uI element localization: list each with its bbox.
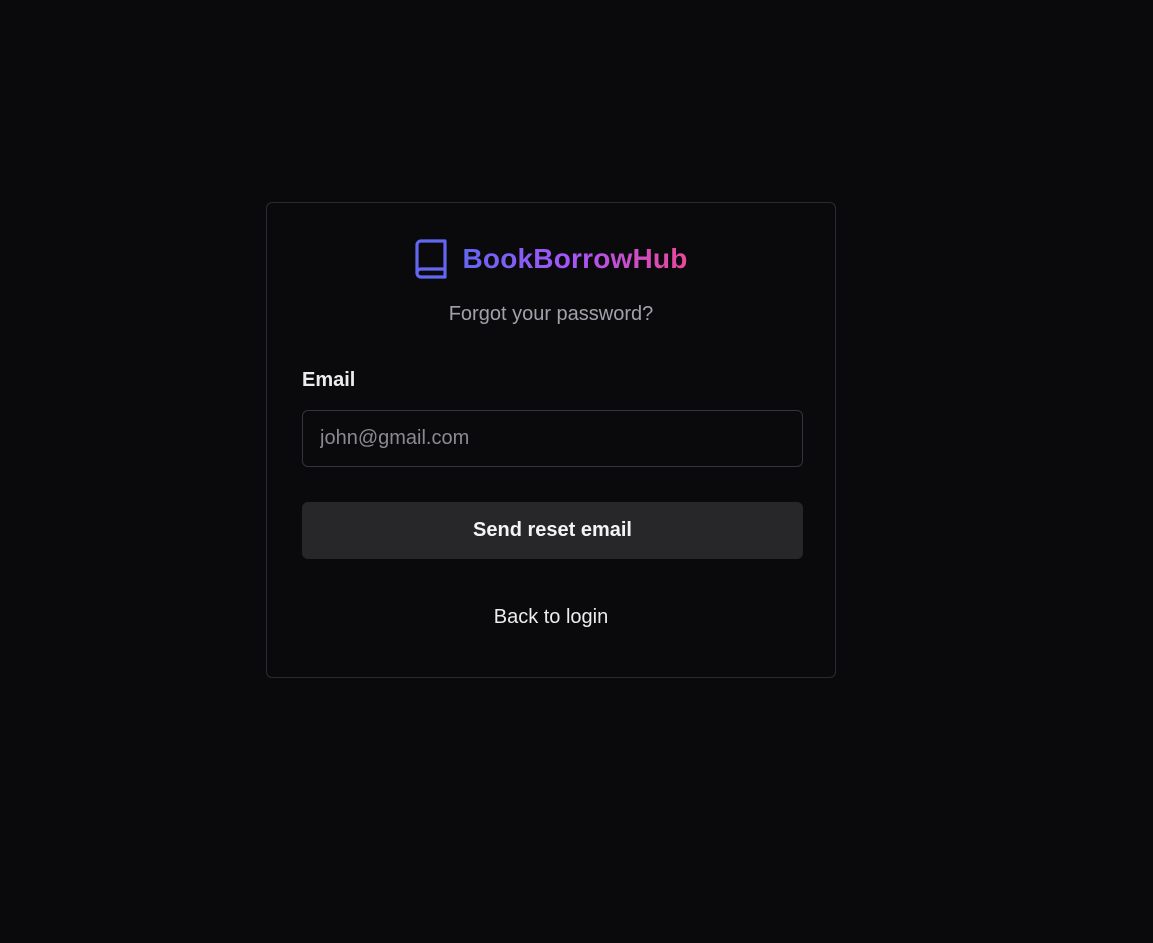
page-subtitle: Forgot your password? <box>448 303 654 325</box>
forgot-password-page: BookBorrowHub Forgot your password? Emai… <box>0 0 1153 943</box>
reset-password-card: BookBorrowHub Forgot your password? Emai… <box>266 202 836 678</box>
email-label: Email <box>302 369 356 391</box>
brand-header: BookBorrowHub <box>267 239 835 279</box>
send-reset-email-button[interactable]: Send reset email <box>302 502 803 559</box>
book-icon <box>414 239 448 279</box>
email-field[interactable] <box>302 410 803 467</box>
brand-name: BookBorrowHub <box>462 243 688 274</box>
back-to-login-link[interactable]: Back to login <box>267 606 835 629</box>
